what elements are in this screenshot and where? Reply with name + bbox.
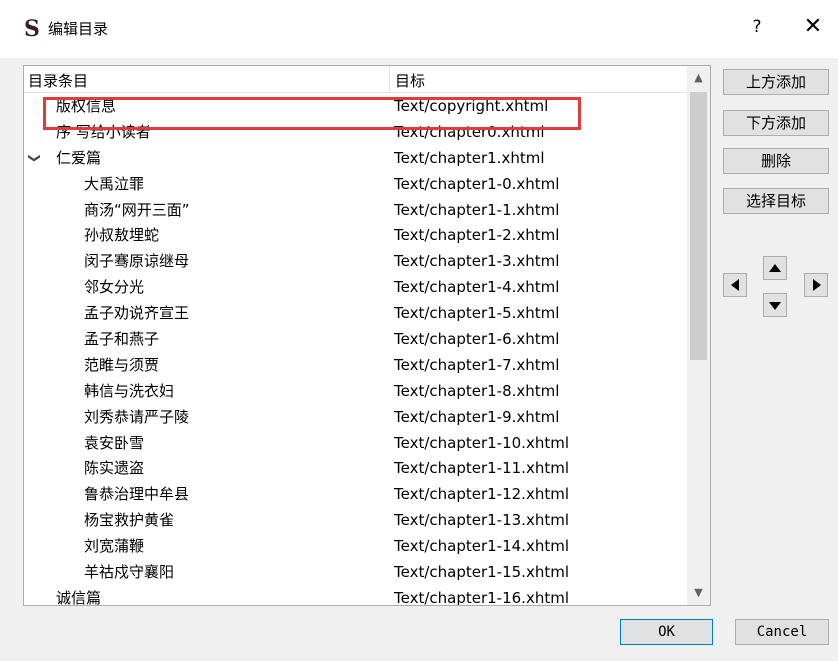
row-entry-name: 范睢与须贾	[84, 355, 160, 374]
row-entry-name: 鲁恭治理中牟县	[84, 485, 190, 504]
tree-row[interactable]: 孟子劝说齐宣王 Text/chapter1-5.xhtml	[24, 300, 687, 326]
close-icon[interactable]: ✕	[800, 14, 826, 40]
row-entry-name: 仁爱篇	[56, 148, 102, 167]
tree-row[interactable]: 邻女分光 Text/chapter1-4.xhtml	[24, 274, 687, 300]
arrow-down-icon	[769, 302, 781, 310]
add-below-button[interactable]: 下方添加	[723, 110, 829, 136]
tree-rows: 版权信息 Text/copyright.xhtml 序 写给小读者 Text/chap…	[24, 93, 687, 606]
row-target: Text/copyright.xhtml	[394, 97, 549, 115]
tree-row[interactable]: 鲁恭治理中牟县 Text/chapter1-12.xhtml	[24, 481, 687, 507]
row-target: Text/chapter1-16.xhtml	[394, 588, 569, 606]
window-title: 编辑目录	[48, 20, 109, 38]
arrow-left-icon	[731, 279, 739, 291]
tree-row[interactable]: 刘秀恭请严子陵 Text/chapter1-9.xhtml	[24, 404, 687, 430]
arrow-right-icon	[813, 279, 821, 291]
column-header-entry[interactable]: 目录条目	[24, 66, 390, 92]
app-logo-icon: S	[24, 16, 40, 42]
row-entry-name: 大禹泣罪	[84, 174, 145, 193]
column-header-target[interactable]: 目标	[391, 66, 685, 92]
row-entry-name: 商汤“网开三面”	[84, 200, 190, 219]
tree-row[interactable]: 杨宝救护黄雀 Text/chapter1-13.xhtml	[24, 507, 687, 533]
tree-row[interactable]: 范睢与须贾 Text/chapter1-7.xhtml	[24, 352, 687, 378]
row-entry-name: 陈实遗盗	[84, 459, 145, 478]
row-entry-name: 刘宽蒲鞭	[84, 537, 145, 556]
row-target: Text/chapter1-13.xhtml	[394, 511, 569, 530]
select-target-button[interactable]: 选择目标	[723, 188, 829, 214]
scroll-down-icon[interactable]: ▼	[687, 583, 710, 603]
tree-row[interactable]: 羊祜戍守襄阳 Text/chapter1-15.xhtml	[24, 559, 687, 585]
vertical-scrollbar[interactable]: ▲ ▼	[687, 66, 710, 605]
tree-header: 目录条目 目标	[24, 66, 687, 93]
row-target: Text/chapter1-3.xhtml	[394, 252, 560, 271]
title-bar: S 编辑目录 ? ✕	[0, 0, 838, 58]
row-entry-name: 诚信篇	[56, 588, 102, 606]
row-entry-name: 杨宝救护黄雀	[84, 511, 175, 530]
row-entry-name: 羊祜戍守襄阳	[84, 563, 175, 582]
row-entry-name: 孙叔敖埋蛇	[84, 226, 160, 245]
tree-row[interactable]: 诚信篇 Text/chapter1-16.xhtml	[24, 585, 687, 606]
row-target: Text/chapter1-9.xhtml	[394, 407, 560, 426]
row-entry-name: 刘秀恭请严子陵	[84, 407, 190, 426]
tree-row[interactable]: 闵子骞原谅继母 Text/chapter1-3.xhtml	[24, 248, 687, 274]
tree-row[interactable]: 孙叔敖埋蛇 Text/chapter1-2.xhtml	[24, 222, 687, 248]
tree-row[interactable]: 陈实遗盗 Text/chapter1-11.xhtml	[24, 455, 687, 481]
arrow-up-icon	[769, 264, 781, 272]
tree-row[interactable]: 刘宽蒲鞭 Text/chapter1-14.xhtml	[24, 533, 687, 559]
row-target: Text/chapter1-0.xhtml	[394, 174, 560, 193]
tree-row[interactable]: ❯ 仁爱篇 Text/chapter1.xhtml	[24, 145, 687, 171]
help-button[interactable]: ?	[747, 14, 767, 40]
delete-button[interactable]: 删除	[723, 148, 829, 174]
scroll-up-icon[interactable]: ▲	[687, 68, 710, 88]
tree-row[interactable]: 大禹泣罪 Text/chapter1-0.xhtml	[24, 171, 687, 197]
row-entry-name: 韩信与洗衣妇	[84, 381, 175, 400]
row-target: Text/chapter1-5.xhtml	[394, 304, 560, 323]
row-entry-name: 邻女分光	[84, 278, 145, 297]
row-target: Text/chapter1-8.xhtml	[394, 381, 560, 400]
add-above-button[interactable]: 上方添加	[723, 69, 829, 95]
row-target: Text/chapter1-6.xhtml	[394, 330, 560, 349]
toc-tree[interactable]: 目录条目 目标 版权信息 Text/copyright.xhtml 序 写给小读者 T…	[23, 65, 711, 606]
cancel-button[interactable]: Cancel	[735, 619, 829, 645]
tree-row[interactable]: 序 写给小读者 Text/chapter0.xhtml	[24, 119, 687, 145]
row-target: Text/chapter1-14.xhtml	[394, 537, 569, 556]
row-entry-name: 版权信息	[56, 97, 117, 115]
tree-row[interactable]: 版权信息 Text/copyright.xhtml	[24, 93, 687, 119]
move-right-button[interactable]	[804, 273, 828, 297]
tree-row[interactable]: 袁安卧雪 Text/chapter1-10.xhtml	[24, 430, 687, 456]
ok-button[interactable]: OK	[620, 619, 713, 645]
tree-row[interactable]: 韩信与洗衣妇 Text/chapter1-8.xhtml	[24, 378, 687, 404]
row-target: Text/chapter1-12.xhtml	[394, 485, 569, 504]
move-up-button[interactable]	[763, 256, 787, 280]
tree-row[interactable]: 商汤“网开三面” Text/chapter1-1.xhtml	[24, 197, 687, 223]
row-entry-name: 序 写给小读者	[56, 122, 151, 141]
row-entry-name: 孟子劝说齐宣王	[84, 304, 190, 323]
row-target: Text/chapter1-2.xhtml	[394, 226, 560, 245]
expand-chevron-icon[interactable]: ❯	[24, 153, 48, 163]
row-target: Text/chapter1-11.xhtml	[394, 459, 569, 478]
row-target: Text/chapter1-1.xhtml	[394, 200, 560, 219]
scrollbar-thumb[interactable]	[690, 92, 707, 360]
row-entry-name: 闵子骞原谅继母	[84, 252, 190, 271]
row-target: Text/chapter1-15.xhtml	[394, 563, 569, 582]
row-entry-name: 孟子和燕子	[84, 330, 160, 349]
row-target: Text/chapter0.xhtml	[394, 122, 545, 141]
row-entry-name: 袁安卧雪	[84, 433, 145, 452]
row-target: Text/chapter1-4.xhtml	[394, 278, 560, 297]
tree-row[interactable]: 孟子和燕子 Text/chapter1-6.xhtml	[24, 326, 687, 352]
row-target: Text/chapter1-7.xhtml	[394, 355, 560, 374]
row-target: Text/chapter1-10.xhtml	[394, 433, 569, 452]
move-left-button[interactable]	[723, 273, 747, 297]
row-target: Text/chapter1.xhtml	[394, 148, 545, 167]
move-down-button[interactable]	[763, 293, 787, 317]
